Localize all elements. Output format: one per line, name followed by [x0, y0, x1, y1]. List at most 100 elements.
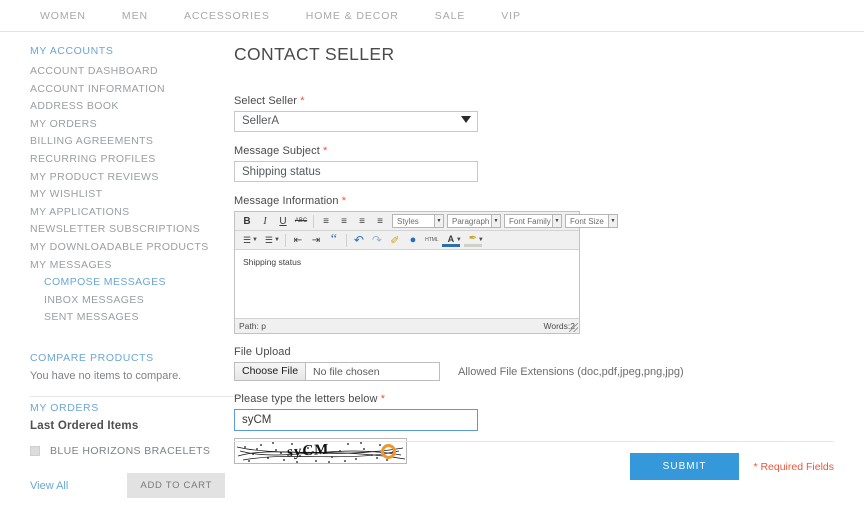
choose-file-button[interactable]: Choose File — [235, 363, 307, 380]
outdent-icon[interactable]: ⇤ — [289, 232, 307, 249]
insert-link-icon[interactable]: ● — [404, 232, 422, 249]
file-upload-row: Choose File No file chosen Allowed File … — [234, 362, 834, 381]
indent-icon[interactable]: ⇥ — [307, 232, 325, 249]
nav-item-men[interactable]: MEN — [122, 10, 148, 22]
sidebar-item-newsletter-subscriptions[interactable]: NEWSLETTER SUBSCRIPTIONS — [30, 221, 230, 239]
sidebar-item-my-downloadable-products[interactable]: MY DOWNLOADABLE PRODUCTS — [30, 239, 230, 257]
required-fields-note: * Required Fields — [753, 460, 834, 473]
editor-toolbar-row-2: ☰ ▼ ☰ ▼ ⇤ ⇥ “ ↶ ↷ ✐ ● HTML A ▼ ✒ ▼ — [235, 231, 579, 250]
captcha-label-text: Please type the letters below — [234, 393, 378, 405]
sidebar-item-account-information[interactable]: ACCOUNT INFORMATION — [30, 81, 230, 99]
last-ordered-items-label: Last Ordered Items — [30, 420, 139, 432]
file-upload-label: File Upload — [234, 346, 291, 358]
cleanup-icon[interactable]: ✐ — [386, 232, 404, 249]
add-to-cart-button[interactable]: ADD TO CART — [127, 473, 225, 498]
nav-item-women[interactable]: WOMEN — [40, 10, 86, 22]
toolbar-separator — [313, 214, 314, 228]
product-checkbox[interactable] — [30, 446, 40, 456]
chevron-down-icon[interactable]: ▼ — [252, 237, 258, 243]
blockquote-icon[interactable]: “ — [325, 232, 343, 249]
font-size-select-label: Font Size — [570, 216, 604, 226]
chevron-down-icon[interactable]: ▼ — [456, 237, 462, 243]
sidebar-subitem-compose-messages[interactable]: COMPOSE MESSAGES — [30, 274, 230, 292]
submit-button[interactable]: SUBMIT — [629, 453, 740, 480]
sidebar-item-my-messages[interactable]: MY MESSAGES — [30, 257, 230, 275]
compare-products-empty-text: You have no items to compare. — [30, 370, 182, 382]
align-justify-icon[interactable]: ≡ — [371, 213, 389, 230]
sidebar-item-my-product-reviews[interactable]: MY PRODUCT REVIEWS — [30, 169, 230, 187]
sidebar-item-my-orders[interactable]: MY ORDERS — [30, 116, 230, 134]
my-orders-block: MY ORDERS Last Ordered Items BLUE HORIZO… — [30, 402, 245, 457]
page-title: CONTACT SELLER — [234, 44, 395, 64]
chevron-down-icon: ▼ — [491, 215, 500, 227]
nav-item-sale[interactable]: SALE — [435, 10, 465, 22]
editor-path-label: Path: p — [239, 321, 266, 331]
editor-status-bar: Path: p Words:2 — [235, 318, 579, 333]
align-left-icon[interactable]: ≡ — [317, 213, 335, 230]
toolbar-separator — [345, 233, 347, 247]
edit-html-icon[interactable]: HTML — [422, 232, 442, 249]
no-file-chosen-text: No file chosen — [313, 365, 380, 378]
strikethrough-icon[interactable]: ABC — [292, 213, 310, 230]
compare-products-heading[interactable]: COMPARE PRODUCTS — [30, 352, 245, 364]
toolbar-separator — [284, 233, 286, 247]
sidebar-item-address-book[interactable]: ADDRESS BOOK — [30, 98, 230, 116]
sidebar-item-my-wishlist[interactable]: MY WISHLIST — [30, 186, 230, 204]
editor-toolbar-row-1: B I U ABC ≡ ≡ ≡ ≡ Styles ▼ Paragraph ▼ F — [235, 212, 618, 231]
captcha-challenge-text: syCM — [287, 441, 330, 461]
styles-select[interactable]: Styles ▼ — [392, 214, 444, 228]
font-family-select[interactable]: Font Family ▼ — [504, 214, 562, 228]
captcha-label: Please type the letters below * — [234, 393, 834, 405]
view-all-link[interactable]: View All — [30, 480, 68, 492]
paragraph-select[interactable]: Paragraph ▼ — [447, 214, 501, 228]
sidebar-subitem-sent-messages[interactable]: SENT MESSAGES — [30, 309, 230, 327]
select-seller-wrapper: SellerA — [234, 111, 478, 132]
message-information-label: Message Information * — [234, 195, 834, 207]
chevron-down-icon: ▼ — [608, 215, 617, 227]
font-size-select[interactable]: Font Size ▼ — [565, 214, 618, 228]
undo-icon[interactable]: ↶ — [350, 232, 368, 249]
nav-item-home-decor[interactable]: HOME & DECOR — [306, 10, 399, 22]
select-seller-label: Select Seller * — [234, 95, 834, 107]
bold-icon[interactable]: B — [238, 213, 256, 230]
sidebar-item-recurring-profiles[interactable]: RECURRING PROFILES — [30, 151, 230, 169]
underline-icon[interactable]: U — [274, 213, 292, 230]
top-navigation: WOMEN MEN ACCESSORIES HOME & DECOR SALE … — [0, 0, 864, 32]
resize-handle-icon[interactable] — [569, 323, 578, 332]
sidebar-item-my-applications[interactable]: MY APPLICATIONS — [30, 204, 230, 222]
nav-item-vip[interactable]: VIP — [501, 10, 521, 22]
file-input-control[interactable]: Choose File No file chosen — [234, 362, 440, 381]
chevron-down-icon: ▼ — [552, 215, 561, 227]
cart-actions-row: View All ADD TO CART — [30, 473, 225, 498]
sidebar-subitem-inbox-messages[interactable]: INBOX MESSAGES — [30, 292, 230, 310]
nav-item-accessories[interactable]: ACCESSORIES — [184, 10, 270, 22]
chevron-down-icon: ▼ — [434, 215, 443, 227]
editor-content-area[interactable]: Shipping status — [235, 250, 579, 318]
sidebar-item-billing-agreements[interactable]: BILLING AGREEMENTS — [30, 133, 230, 151]
styles-select-label: Styles — [397, 216, 419, 226]
refresh-icon[interactable] — [381, 444, 396, 459]
align-center-icon[interactable]: ≡ — [335, 213, 353, 230]
form-bottom-divider — [234, 441, 834, 442]
paragraph-select-label: Paragraph — [452, 216, 490, 226]
align-right-icon[interactable]: ≡ — [353, 213, 371, 230]
select-seller-dropdown[interactable]: SellerA — [234, 111, 478, 132]
sidebar-heading-my-accounts[interactable]: MY ACCOUNTS — [30, 45, 230, 57]
required-asterisk: * — [380, 393, 386, 405]
rich-text-editor: B I U ABC ≡ ≡ ≡ ≡ Styles ▼ Paragraph ▼ F — [234, 211, 618, 334]
contact-seller-form: CONTACT SELLER Select Seller * SellerA M… — [234, 44, 834, 464]
italic-icon[interactable]: I — [256, 213, 274, 230]
sidebar-item-account-dashboard[interactable]: ACCOUNT DASHBOARD — [30, 63, 230, 81]
message-information-label-text: Message Information — [234, 195, 339, 207]
message-subject-label: Message Subject * — [234, 145, 834, 157]
sidebar-divider — [30, 396, 245, 397]
captcha-input[interactable] — [234, 409, 478, 431]
product-name-link[interactable]: BLUE HORIZONS BRACELETS — [50, 445, 210, 457]
message-subject-input[interactable] — [234, 161, 478, 182]
allowed-extensions-text: Allowed File Extensions (doc,pdf,jpeg,pn… — [458, 365, 684, 378]
redo-icon[interactable]: ↷ — [368, 232, 386, 249]
chevron-down-icon[interactable]: ▼ — [478, 237, 484, 243]
required-asterisk: * — [300, 95, 305, 107]
chevron-down-icon[interactable]: ▼ — [274, 237, 280, 243]
my-orders-heading[interactable]: MY ORDERS — [30, 402, 245, 414]
